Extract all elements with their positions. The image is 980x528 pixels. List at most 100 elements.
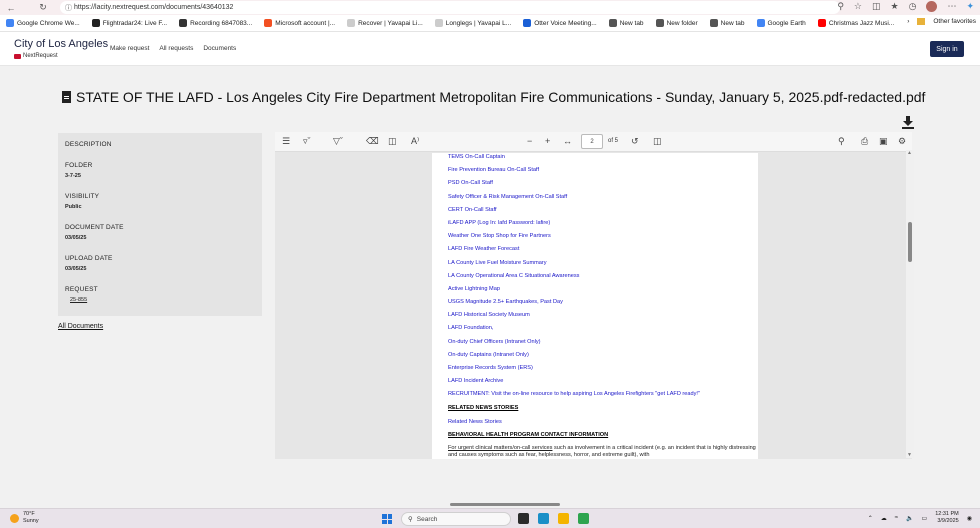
back-icon[interactable]: ← [4, 3, 18, 13]
zoom-icon[interactable]: ⚲ [837, 1, 844, 12]
pdf-link[interactable]: Related News Stories [448, 418, 758, 431]
contents-icon[interactable]: ☰ [282, 136, 290, 147]
page-view-icon[interactable]: ◫ [388, 136, 397, 147]
store-icon[interactable] [578, 513, 589, 524]
scroll-down-icon[interactable]: ▼ [907, 452, 912, 458]
profile-avatar[interactable] [926, 1, 938, 12]
chevron-right-icon: › [907, 18, 910, 25]
bookmark-item[interactable]: New tab [603, 19, 650, 27]
pdf-link[interactable]: LA County Live Fuel Moisture Summary [448, 259, 758, 272]
other-favorites[interactable]: › Other favorites [903, 18, 976, 25]
pdf-link[interactable]: CERT On-Call Staff [448, 206, 758, 219]
draw-icon[interactable]: ▽ˇ [333, 136, 343, 147]
bookmark-label: Microsoft account |... [275, 19, 336, 27]
page-count: of 5 [608, 138, 619, 144]
search-icon[interactable]: ⚲ [838, 136, 845, 147]
erase-icon[interactable]: ⌫ [366, 136, 379, 147]
bookmark-item[interactable]: Flightradar24: Live F... [86, 19, 173, 27]
bookmark-item[interactable]: New tab [704, 19, 751, 27]
bookmark-item[interactable]: Otter Voice Meeting... [517, 19, 603, 27]
bookmark-item[interactable]: Christmas Jazz Musi... [812, 19, 900, 27]
folder-icon [917, 18, 926, 25]
pdf-link[interactable]: USGS Magnitude 2.5+ Earthquakes, Past Da… [448, 298, 758, 311]
bookmark-item[interactable]: Microsoft account |... [258, 19, 341, 27]
pdf-link[interactable]: TEMS On-Call Captain [448, 153, 758, 166]
pdf-link[interactable]: Fire Prevention Bureau On-Call Staff [448, 166, 758, 179]
pdf-link[interactable]: LA County Operational Area C Situational… [448, 272, 758, 285]
fit-width-icon[interactable]: ↔ [563, 136, 572, 146]
highlight-icon[interactable]: ▿ˇ [303, 136, 311, 147]
scrollbar-thumb[interactable] [908, 222, 912, 262]
bookmark-item[interactable]: New folder [650, 19, 704, 27]
pdf-link[interactable]: Active Lightning Map [448, 285, 758, 298]
bookmark-favicon-icon [709, 19, 718, 27]
bookmark-item[interactable]: Google Earth [751, 19, 812, 27]
bookmark-item[interactable]: Google Chrome We... [0, 19, 86, 27]
document-date-label: DOCUMENT DATE [65, 224, 124, 231]
pdf-link[interactable]: On-duty Chief Officers (Intranet Only) [448, 338, 758, 351]
weather-widget[interactable]: 70°F Sunny [10, 511, 39, 525]
notifications-icon[interactable]: ◉ [967, 515, 972, 522]
pdf-link[interactable]: RECRUITMENT: Visit the on-line resource … [448, 390, 758, 403]
settings-gear-icon[interactable]: ⚙ [898, 136, 906, 147]
upload-date-value: 03/05/25 [65, 266, 87, 272]
pdf-link[interactable]: iLAFD APP (Log In: lafd Password: lafire… [448, 219, 758, 232]
bookmark-item[interactable]: Recover | Yavapai Li... [341, 19, 429, 27]
favorites-icon[interactable]: ★ [891, 1, 899, 12]
page-number-input[interactable]: 2 [581, 134, 603, 149]
pdf-link[interactable]: LAFD Historical Society Museum [448, 311, 758, 324]
page-scrollbar[interactable]: ▲ ▼ [906, 150, 914, 458]
bookmark-favicon-icon [523, 19, 532, 27]
pdf-link[interactable]: PSD On-Call Staff [448, 179, 758, 192]
zoom-in-icon[interactable]: + [545, 136, 550, 146]
sign-in-button[interactable]: Sign in [930, 41, 964, 57]
nav-documents[interactable]: Documents [203, 45, 236, 52]
task-view-icon[interactable] [518, 513, 529, 524]
bookmark-item[interactable]: Recording 6847083... [173, 19, 258, 27]
document-title-row: STATE OF THE LAFD - Los Angeles City Fir… [62, 89, 925, 105]
all-documents-link[interactable]: All Documents [58, 323, 103, 330]
pdf-link[interactable]: Safety Officer & Risk Management On-Call… [448, 193, 758, 206]
cloud-icon[interactable]: ☁ [881, 515, 887, 522]
print-icon[interactable]: ⎙ [861, 136, 868, 147]
split-screen-icon[interactable]: ◫ [872, 1, 881, 12]
history-icon[interactable]: ◷ [909, 1, 917, 12]
volume-icon[interactable]: 🔈 [906, 515, 913, 522]
bookmark-favicon-icon [179, 19, 188, 27]
two-page-icon[interactable]: ◫ [653, 136, 662, 147]
taskbar-search[interactable]: ⚲ Search [401, 512, 511, 526]
site-info-icon[interactable]: ⓘ [65, 3, 72, 13]
wifi-icon[interactable]: ≈ [895, 515, 898, 521]
save-icon[interactable]: ▣ [879, 136, 888, 147]
rotate-icon[interactable]: ↺ [631, 136, 639, 147]
bookmark-item[interactable]: Longlegs | Yavapai L... [429, 19, 517, 27]
scroll-up-icon[interactable]: ▲ [907, 150, 912, 156]
pdf-link[interactable]: Weather One Stop Shop for Fire Partners [448, 232, 758, 245]
request-link[interactable]: 25-855 [70, 297, 255, 303]
favorite-star-icon[interactable]: ☆ [854, 1, 862, 12]
nav-make-request[interactable]: Make request [110, 45, 149, 52]
read-aloud-icon[interactable]: A⁾ [411, 136, 419, 147]
download-icon[interactable] [902, 116, 914, 129]
nav-all-requests[interactable]: All requests [159, 45, 193, 52]
file-explorer-icon[interactable] [558, 513, 569, 524]
pdf-link[interactable]: LAFD Incident Archive [448, 377, 758, 390]
tray-chevron-icon[interactable]: ⌃ [868, 515, 873, 522]
pdf-link[interactable]: LAFD Fire Weather Forecast [448, 245, 758, 258]
clock[interactable]: 12:31 PM 3/9/2025 [935, 511, 959, 525]
copilot-icon[interactable]: ✦ [966, 1, 974, 12]
pdf-link[interactable]: On-duty Captains (Intranet Only) [448, 351, 758, 364]
more-menu-icon[interactable]: ⋯ [947, 1, 956, 12]
horizontal-scrollbar-thumb[interactable] [450, 503, 560, 506]
weather-condition: Sunny [23, 518, 39, 524]
reload-icon[interactable]: ↻ [36, 2, 50, 13]
zoom-out-icon[interactable]: − [527, 136, 532, 146]
edge-browser-icon[interactable] [538, 513, 549, 524]
pdf-link[interactable]: Enterprise Records System (ERS) [448, 364, 758, 377]
address-bar[interactable]: ⓘ https://lacity.nextrequest.com/documen… [60, 1, 840, 14]
pdf-link[interactable]: LAFD Foundation, [448, 324, 758, 337]
start-button-icon[interactable] [382, 514, 392, 524]
city-title[interactable]: City of Los Angeles [14, 38, 108, 50]
browser-address-row: ← ↻ ⓘ https://lacity.nextrequest.com/doc… [0, 0, 980, 15]
battery-icon[interactable]: ▭ [922, 515, 928, 522]
